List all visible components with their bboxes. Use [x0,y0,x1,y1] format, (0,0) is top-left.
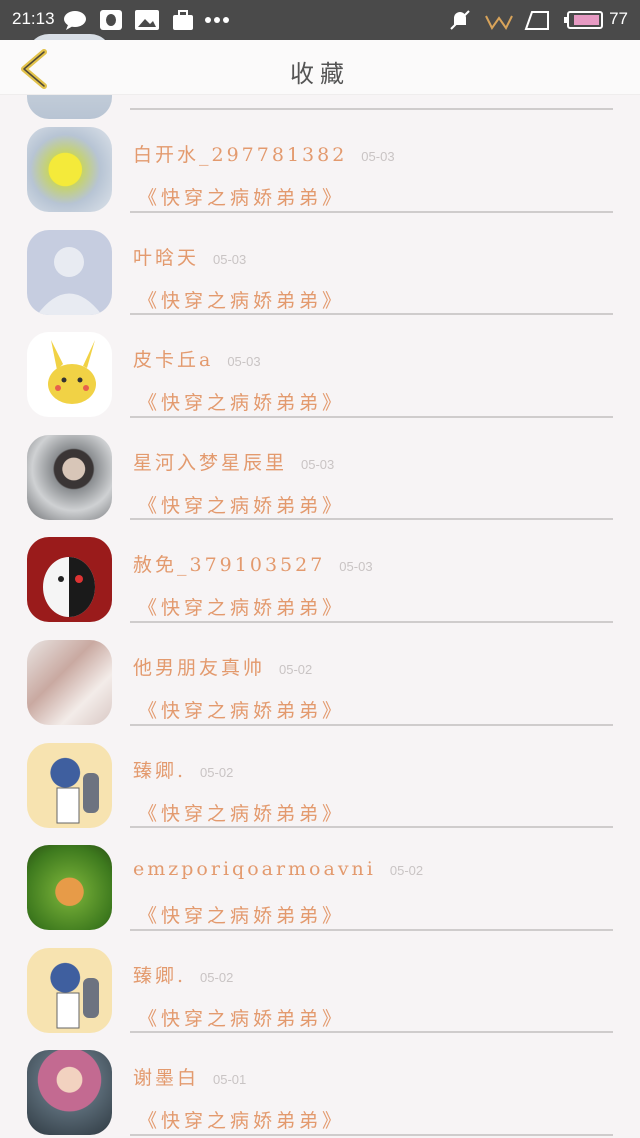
anime-avatar [56,977,99,1029]
date: 05-02 [389,863,424,879]
list-item[interactable]: 臻卿. 05-02 《快穿之病娇弟弟》 [0,931,640,1034]
user-name: 谢墨白 [133,1067,200,1090]
user-name: 星河入梦星辰里 [133,451,288,474]
book-title[interactable]: 《快穿之病娇弟弟》 [138,491,345,518]
user-name: 皮卡丘a [133,349,214,372]
book-title[interactable]: 《快穿之病娇弟弟》 [138,799,345,826]
avatar [27,947,112,1033]
date: 05-03 [339,559,373,575]
list-item[interactable]: 赦免_379103527 05-03 《快穿之病娇弟弟》 [0,520,640,623]
avatar [27,127,112,212]
date: 05-03 [227,354,261,370]
avatar [27,1050,112,1136]
user-name: 他男朋友真帅 [133,656,266,679]
date: 05-03 [361,149,395,164]
book-title[interactable]: 《快穿之病娇弟弟》 [138,593,345,620]
list-item[interactable]: 谢墨白 05-01 《快穿之病娇弟弟》 [0,1033,640,1136]
divider [130,1133,613,1136]
date: 05-02 [200,969,234,985]
book-title[interactable]: 《快穿之病娇弟弟》 [138,1004,345,1031]
pikachu-avatar [48,340,96,405]
book-title[interactable]: 《快穿之病娇弟弟》 [138,286,345,313]
avatar [27,332,112,418]
date: 05-01 [213,1072,247,1088]
avatar [27,229,112,315]
user-name: 臻卿. [133,964,187,987]
date: 05-02 [279,661,313,677]
avatar [27,742,112,828]
avatar [27,845,112,931]
book-title[interactable]: 《快穿之病娇弟弟》 [138,1106,345,1133]
header: 收藏 [0,40,640,95]
avatar [27,434,112,520]
list-item[interactable]: 星河入梦星辰里 05-03 《快穿之病娇弟弟》 [0,418,640,521]
user-name: 白开水_297781382 [133,144,348,166]
page-title: 收藏 [290,60,350,88]
book-title[interactable]: 《快穿之病娇弟弟》 [138,696,345,723]
list-item[interactable]: emzporiqoarmoavni 05-02 《快穿之病娇弟弟》 [0,828,640,931]
book-title[interactable]: 《快穿之病娇弟弟》 [138,901,345,928]
anime-avatar [56,772,99,824]
favorites-list: 白开水_297781382 05-03 《快穿之病娇弟弟》 叶晗天 05-03 《快… [0,0,640,1136]
date: 05-02 [200,764,234,780]
user-name: 赦免_379103527 [133,554,326,577]
monokuma-avatar [43,557,95,618]
date: 05-03 [213,251,247,267]
user-name: 臻卿. [133,759,187,782]
list-item[interactable]: 叶晗天 05-03 《快穿之病娇弟弟》 [0,213,640,316]
user-name: emzporiqoarmoavni [133,858,376,881]
avatar [27,537,112,623]
list-item[interactable]: 臻卿. 05-02 《快穿之病娇弟弟》 [0,726,640,829]
user-name: 叶晗天 [133,246,200,269]
book-title[interactable]: 《快穿之病娇弟弟》 [138,388,345,415]
list-item[interactable]: 皮卡丘a 05-03 《快穿之病娇弟弟》 [0,315,640,418]
date: 05-03 [301,456,335,472]
list-item[interactable]: 白开水_297781382 05-03 《快穿之病娇弟弟》 [0,110,640,213]
default-avatar-icon [37,246,102,315]
book-title[interactable]: 《快穿之病娇弟弟》 [138,183,345,210]
avatar [27,639,112,725]
list-item[interactable]: 他男朋友真帅 05-02 《快穿之病娇弟弟》 [0,623,640,726]
